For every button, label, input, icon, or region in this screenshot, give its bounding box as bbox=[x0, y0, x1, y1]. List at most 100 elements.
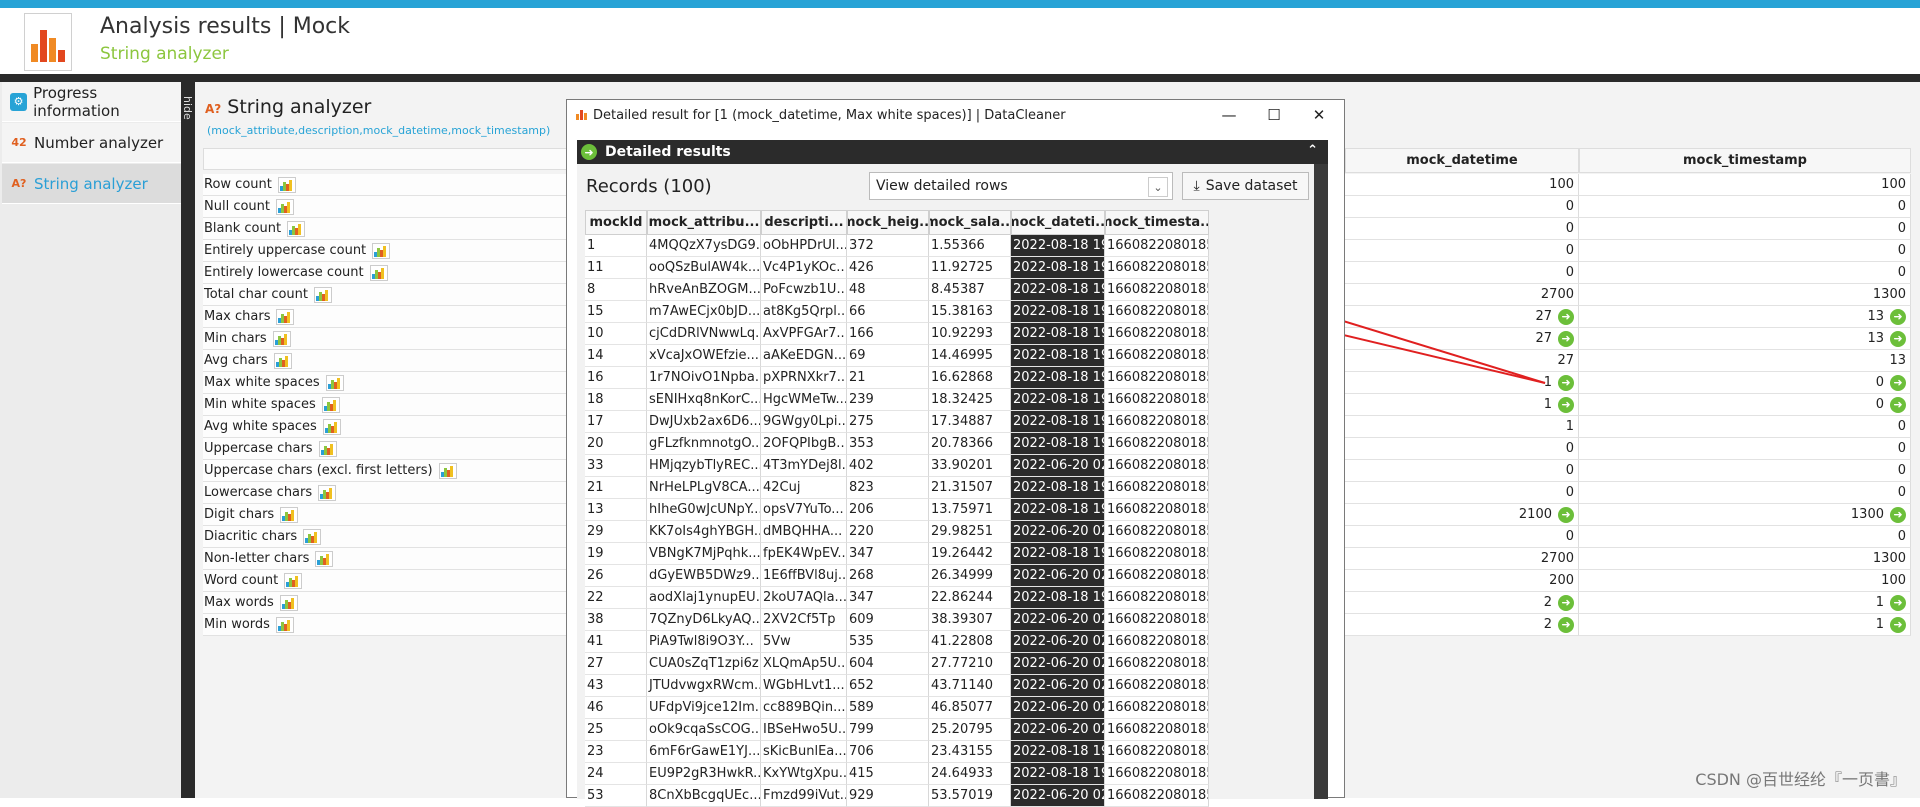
grid-cell[interactable]: 24.64933 bbox=[929, 763, 1011, 785]
grid-cell[interactable]: 38.39307 bbox=[929, 609, 1011, 631]
grid-cell[interactable]: 20.78366 bbox=[929, 433, 1011, 455]
grid-cell[interactable]: 347 bbox=[847, 543, 929, 565]
grid-cell[interactable]: 1660822080185 bbox=[1105, 697, 1209, 719]
grid-cell[interactable]: 823 bbox=[847, 477, 929, 499]
grid-cell[interactable]: 17.34887 bbox=[929, 411, 1011, 433]
grid-cell[interactable]: IBSeHwo5U... bbox=[761, 719, 847, 741]
grid-cell[interactable]: 2022-08-18 19:2... bbox=[1011, 323, 1105, 345]
grid-cell[interactable]: HgcWMeTw... bbox=[761, 389, 847, 411]
grid-cell[interactable]: 275 bbox=[847, 411, 929, 433]
grid-column-header[interactable]: mock_sala... bbox=[929, 210, 1011, 235]
grid-cell[interactable]: 10.92293 bbox=[929, 323, 1011, 345]
grid-cell[interactable]: 41 bbox=[585, 631, 647, 653]
grid-cell[interactable]: hRveAnBZOGM... bbox=[647, 279, 761, 301]
grid-column-header[interactable]: mock_heig... bbox=[847, 210, 929, 235]
grid-cell[interactable]: 26.34999 bbox=[929, 565, 1011, 587]
grid-cell[interactable]: 4T3mYDej8l... bbox=[761, 455, 847, 477]
grid-cell[interactable]: 1 bbox=[585, 235, 647, 257]
grid-cell[interactable]: 1660822080185 bbox=[1105, 675, 1209, 697]
grid-cell[interactable]: 46 bbox=[585, 697, 647, 719]
records-scrollbar[interactable] bbox=[1314, 164, 1328, 799]
grid-cell[interactable]: 799 bbox=[847, 719, 929, 741]
grid-cell[interactable]: 2022-06-20 02:3... bbox=[1011, 455, 1105, 477]
grid-cell[interactable]: 21.31507 bbox=[929, 477, 1011, 499]
grid-cell[interactable]: 2OFQPIbgB... bbox=[761, 433, 847, 455]
grid-cell[interactable]: 25.20795 bbox=[929, 719, 1011, 741]
grid-cell[interactable]: 1660822080185 bbox=[1105, 455, 1209, 477]
grid-cell[interactable]: 535 bbox=[847, 631, 929, 653]
grid-cell[interactable]: 1660822080185 bbox=[1105, 301, 1209, 323]
grid-cell[interactable]: 9GWgy0Lpi... bbox=[761, 411, 847, 433]
grid-cell[interactable]: cc889BQin... bbox=[761, 697, 847, 719]
grid-cell[interactable]: KK7oIs4ghYBGH... bbox=[647, 521, 761, 543]
grid-cell[interactable]: 23.43155 bbox=[929, 741, 1011, 763]
grid-cell[interactable]: m7AwECjx0bJD... bbox=[647, 301, 761, 323]
grid-cell[interactable]: dGyEWB5DWz9... bbox=[647, 565, 761, 587]
grid-cell[interactable]: 19 bbox=[585, 543, 647, 565]
grid-cell[interactable]: 2XV2Cf5Tp bbox=[761, 609, 847, 631]
grid-cell[interactable]: 46.85077 bbox=[929, 697, 1011, 719]
grid-cell[interactable]: 8CnXbBcgqUEc... bbox=[647, 785, 761, 807]
grid-cell[interactable]: 43.71140 bbox=[929, 675, 1011, 697]
grid-cell[interactable]: 1660822080185 bbox=[1105, 609, 1209, 631]
grid-cell[interactable]: 11.92725 bbox=[929, 257, 1011, 279]
grid-cell[interactable]: CUA0sZqT1zpi6z... bbox=[647, 653, 761, 675]
grid-cell[interactable]: 16 bbox=[585, 367, 647, 389]
grid-cell[interactable]: 1660822080185 bbox=[1105, 257, 1209, 279]
close-button[interactable]: ✕ bbox=[1307, 104, 1331, 126]
grid-cell[interactable]: 38 bbox=[585, 609, 647, 631]
grid-cell[interactable]: PoFcwzb1U... bbox=[761, 279, 847, 301]
grid-cell[interactable]: 8.45387 bbox=[929, 279, 1011, 301]
grid-cell[interactable]: 42Cuj bbox=[761, 477, 847, 499]
grid-cell[interactable]: 17 bbox=[585, 411, 647, 433]
grid-cell[interactable]: 1660822080185 bbox=[1105, 345, 1209, 367]
grid-cell[interactable]: 609 bbox=[847, 609, 929, 631]
grid-cell[interactable]: 11 bbox=[585, 257, 647, 279]
grid-cell[interactable]: 29 bbox=[585, 521, 647, 543]
grid-cell[interactable]: 2022-08-18 19:2... bbox=[1011, 477, 1105, 499]
grid-cell[interactable]: 66 bbox=[847, 301, 929, 323]
grid-cell[interactable]: 372 bbox=[847, 235, 929, 257]
grid-cell[interactable]: aAKeEDGN... bbox=[761, 345, 847, 367]
grid-cell[interactable]: 27.77210 bbox=[929, 653, 1011, 675]
grid-cell[interactable]: 10 bbox=[585, 323, 647, 345]
grid-cell[interactable]: 1660822080185 bbox=[1105, 565, 1209, 587]
grid-cell[interactable]: 16.62868 bbox=[929, 367, 1011, 389]
grid-cell[interactable]: 69 bbox=[847, 345, 929, 367]
grid-cell[interactable]: 929 bbox=[847, 785, 929, 807]
grid-cell[interactable]: 1660822080185 bbox=[1105, 741, 1209, 763]
grid-cell[interactable]: 2022-08-18 19:2... bbox=[1011, 345, 1105, 367]
grid-cell[interactable]: 2022-06-20 02:3... bbox=[1011, 565, 1105, 587]
grid-cell[interactable]: 43 bbox=[585, 675, 647, 697]
grid-cell[interactable]: 53.57019 bbox=[929, 785, 1011, 807]
grid-cell[interactable]: 347 bbox=[847, 587, 929, 609]
grid-cell[interactable]: 21 bbox=[847, 367, 929, 389]
grid-cell[interactable]: at8Kg5Qrpl... bbox=[761, 301, 847, 323]
grid-cell[interactable]: 2022-08-18 19:2... bbox=[1011, 587, 1105, 609]
grid-cell[interactable]: 2022-08-18 19:2... bbox=[1011, 763, 1105, 785]
grid-cell[interactable]: 2022-06-20 02:3... bbox=[1011, 785, 1105, 807]
grid-cell[interactable]: 23 bbox=[585, 741, 647, 763]
grid-cell[interactable]: JTUdvwgxRWcm... bbox=[647, 675, 761, 697]
grid-cell[interactable]: 268 bbox=[847, 565, 929, 587]
grid-cell[interactable]: 1660822080185 bbox=[1105, 763, 1209, 785]
grid-cell[interactable]: 20 bbox=[585, 433, 647, 455]
grid-cell[interactable]: 415 bbox=[847, 763, 929, 785]
grid-cell[interactable]: 14.46995 bbox=[929, 345, 1011, 367]
grid-cell[interactable]: oOk9cqaSsCOG... bbox=[647, 719, 761, 741]
grid-cell[interactable]: 1660822080185 bbox=[1105, 785, 1209, 807]
grid-cell[interactable]: aodXlaj1ynupEU... bbox=[647, 587, 761, 609]
grid-cell[interactable]: 1660822080185 bbox=[1105, 235, 1209, 257]
grid-cell[interactable]: 2koU7AQla... bbox=[761, 587, 847, 609]
grid-column-header[interactable]: mock_attribu... bbox=[647, 210, 761, 235]
grid-cell[interactable]: 29.98251 bbox=[929, 521, 1011, 543]
grid-cell[interactable]: 1660822080185 bbox=[1105, 389, 1209, 411]
grid-cell[interactable]: Vc4P1yKOc... bbox=[761, 257, 847, 279]
grid-cell[interactable]: 2022-06-20 02:3... bbox=[1011, 609, 1105, 631]
grid-cell[interactable]: VBNgK7MjPqhk... bbox=[647, 543, 761, 565]
grid-cell[interactable]: 1660822080185 bbox=[1105, 653, 1209, 675]
grid-cell[interactable]: EU9P2gR3HwkR... bbox=[647, 763, 761, 785]
grid-cell[interactable]: sENIHxq8nKorC... bbox=[647, 389, 761, 411]
grid-cell[interactable]: 18.32425 bbox=[929, 389, 1011, 411]
grid-cell[interactable]: 2022-06-20 02:3... bbox=[1011, 719, 1105, 741]
